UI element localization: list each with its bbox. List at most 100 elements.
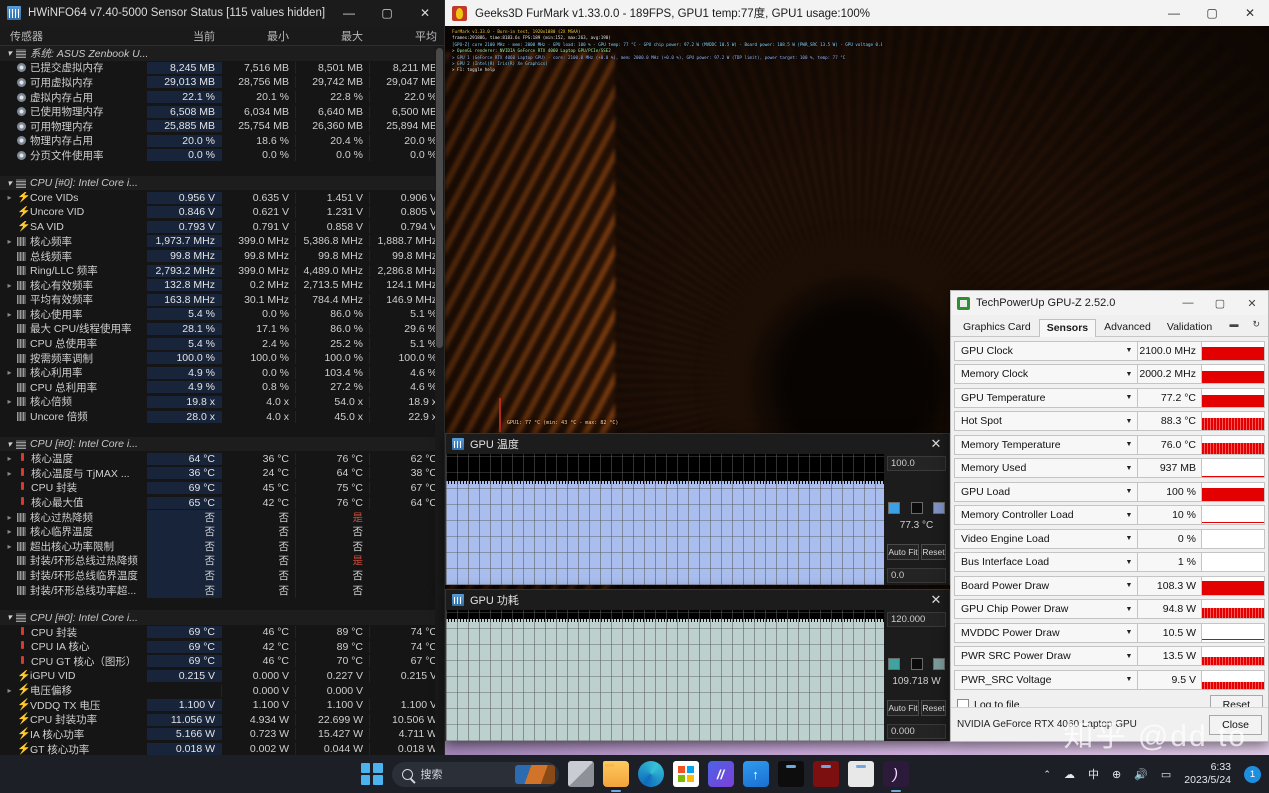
sensor-row[interactable]: 最大 CPU/线程使用率 28.1 % 17.1 % 86.0 % 29.6 % — [0, 322, 444, 337]
tab-advanced[interactable]: Advanced — [1096, 318, 1159, 336]
graph-titlebar[interactable]: GPU 温度 ✕ — [446, 434, 949, 454]
tab-validation[interactable]: Validation — [1159, 318, 1220, 336]
chevron-right-icon[interactable]: ▸ — [4, 237, 15, 246]
graph-titlebar[interactable]: GPU 功耗 ✕ — [446, 590, 949, 610]
gpuz-sensor-row[interactable]: Memory Used ▼ 937 MB — [954, 457, 1265, 481]
microsoft-edge-icon[interactable] — [637, 761, 664, 787]
aida64-icon[interactable]: // — [707, 761, 734, 787]
battery-icon[interactable]: ▭ — [1161, 768, 1171, 781]
gpuz-sensor-row[interactable]: Board Power Draw ▼ 108.3 W — [954, 574, 1265, 598]
chevron-down-icon[interactable]: ▾ — [4, 178, 15, 189]
gpuz-sensor-row[interactable]: Memory Controller Load ▼ 10 % — [954, 504, 1265, 528]
sensor-row[interactable]: 可用虚拟内存 29,013 MB 28,756 MB 29,742 MB 29,047 … — [0, 75, 444, 90]
minimize-button[interactable]: — — [330, 0, 368, 26]
sensor-row[interactable]: ⚡ GT 核心功率 0.018 W 0.002 W 0.044 W 0.018 W — [0, 742, 444, 755]
chevron-down-icon[interactable]: ▼ — [1121, 371, 1137, 378]
armoury-crate-icon[interactable]: ↑ — [742, 761, 769, 787]
chevron-down-icon[interactable]: ▼ — [1121, 394, 1137, 401]
sensor-row[interactable]: ⚡ VDDQ TX 电压 1.100 V 1.100 V 1.100 V 1.100 V — [0, 698, 444, 713]
sensor-row[interactable]: ▸ 核心过热降频否否是 — [0, 509, 444, 525]
minimize-button[interactable]: — — [1155, 0, 1193, 26]
col-sensor[interactable]: 传感器 — [0, 28, 147, 44]
sensor-row[interactable]: 核心最大值 65 °C 42 °C 76 °C 64 °C — [0, 495, 444, 510]
sensor-graph[interactable] — [1202, 411, 1265, 432]
sensor-row[interactable]: CPU 总使用率 5.4 % 2.4 % 25.2 % 5.1 % — [0, 336, 444, 351]
hwinfo-titlebar[interactable]: HWiNFO64 v7.40-5000 Sensor Status [115 v… — [0, 0, 444, 26]
col-min[interactable]: 最小 — [221, 28, 295, 44]
gpuz-window[interactable]: TechPowerUp GPU-Z 2.52.0 — ▢ ✕ Graphics … — [950, 290, 1269, 742]
sensor-row[interactable]: 封装/环形总线临界温度否否否 — [0, 567, 444, 583]
chevron-down-icon[interactable]: ▼ — [1121, 629, 1137, 636]
photoshop-icon[interactable]: ) — [882, 761, 909, 787]
sensor-row[interactable]: 已提交虚拟内存 8,245 MB 7,516 MB 8,501 MB 8,211 MB — [0, 61, 444, 76]
sensor-name-field[interactable]: Hot Spot ▼ — [954, 411, 1138, 432]
chevron-down-icon[interactable]: ▾ — [4, 439, 15, 450]
temperature-plot[interactable] — [446, 454, 884, 585]
sensor-graph[interactable] — [1202, 505, 1265, 526]
graph-buttons[interactable]: Auto Fit Reset — [887, 700, 947, 716]
power-plot[interactable] — [446, 610, 884, 741]
task-view-icon[interactable] — [567, 761, 594, 787]
chevron-right-icon[interactable]: ▸ — [4, 368, 15, 377]
maximize-button[interactable]: ▢ — [1193, 0, 1231, 26]
series-color-swatch-empty[interactable] — [910, 502, 923, 514]
chevron-down-icon[interactable]: ▼ — [1121, 582, 1137, 589]
sensor-row[interactable]: 物理内存占用 20.0 % 18.6 % 20.4 % 20.0 % — [0, 134, 444, 149]
close-button[interactable]: ✕ — [1236, 291, 1268, 315]
sensor-row[interactable]: ▸ 核心倍频 19.8 x 4.0 x 54.0 x 18.9 x — [0, 395, 444, 410]
gpuz-sensor-row[interactable]: Video Engine Load ▼ 0 % — [954, 527, 1265, 551]
network-icon[interactable]: ⊕ — [1112, 768, 1121, 781]
microsoft-store-icon[interactable] — [672, 761, 699, 787]
sensor-row[interactable]: ▸ 核心温度与 TjMAX ... 36 °C 24 °C 64 °C 38 °C — [0, 466, 444, 481]
graph-side-panel[interactable]: 100.0 77.3 °C Auto Fit Reset 0.0 — [884, 454, 949, 585]
furmark-window-controls[interactable]: — ▢ ✕ — [1155, 0, 1269, 26]
chevron-down-icon[interactable]: ▼ — [1121, 676, 1137, 683]
sensor-row[interactable]: ▸ 核心利用率 4.9 % 0.0 % 103.4 % 4.6 % — [0, 365, 444, 380]
sensor-name-field[interactable]: Memory Controller Load ▼ — [954, 505, 1138, 526]
series-swatches[interactable] — [888, 658, 945, 670]
chevron-up-icon[interactable]: ⌃ — [1043, 769, 1051, 780]
chevron-down-icon[interactable]: ▾ — [4, 48, 15, 59]
sensor-name-field[interactable]: GPU Load ▼ — [954, 481, 1138, 502]
close-button[interactable]: Close — [1209, 714, 1262, 735]
sensor-graph[interactable] — [1202, 622, 1265, 643]
sensor-row[interactable]: ▸ 核心频率 1,973.7 MHz 399.0 MHz 5,386.8 MHz 1,88… — [0, 234, 444, 249]
sensor-row[interactable]: CPU 总利用率 4.9 % 0.8 % 27.2 % 4.6 % — [0, 380, 444, 395]
reset-button[interactable]: Reset — [921, 700, 947, 716]
sensor-row[interactable]: 封装/环形总线过热降频否否是 — [0, 553, 444, 569]
sensor-row[interactable]: Ring/LLC 频率 2,793.2 MHz 399.0 MHz 4,489.0 M… — [0, 263, 444, 278]
minimize-button[interactable]: — — [1172, 291, 1204, 315]
sensor-row[interactable]: CPU GT 核心（图形） 69 °C 46 °C 70 °C 67 °C — [0, 654, 444, 669]
auto-fit-button[interactable]: Auto Fit — [887, 700, 920, 716]
chevron-down-icon[interactable]: ▼ — [1121, 418, 1137, 425]
sensor-row[interactable]: Uncore 倍频 28.0 x 4.0 x 45.0 x 22.9 x — [0, 409, 444, 424]
gpu-temperature-graph-window[interactable]: GPU 温度 ✕ 100.0 77.3 °C Auto Fit Reset 0.… — [445, 433, 950, 585]
chevron-down-icon[interactable]: ▼ — [1121, 512, 1137, 519]
reset-button[interactable]: Reset — [921, 544, 947, 560]
hwinfo-sensor-list[interactable]: ▾ 系统: ASUS Zenbook U... 已提交虚拟内存 8,245 MB 7,5… — [0, 46, 444, 755]
gpuz-sensor-row[interactable]: GPU Chip Power Draw ▼ 94.8 W — [954, 598, 1265, 622]
chevron-down-icon[interactable]: ▼ — [1121, 606, 1137, 613]
start-button-icon[interactable] — [360, 763, 383, 785]
sensor-row[interactable]: 封装/环形总线功率超... 否否否 — [0, 582, 444, 598]
sensor-graph[interactable] — [1202, 669, 1265, 690]
sensor-name-field[interactable]: GPU Temperature ▼ — [954, 387, 1138, 408]
gpuz-sensor-row[interactable]: GPU Clock ▼ 2100.0 MHz — [954, 339, 1265, 363]
sensor-row[interactable]: ▸ 核心临界温度否否否 — [0, 524, 444, 540]
close-button[interactable]: ✕ — [1231, 0, 1269, 26]
sensor-name-field[interactable]: MVDDC Power Draw ▼ — [954, 622, 1138, 643]
sensor-row[interactable]: ▸ 超出核心功率限制否否否 — [0, 538, 444, 554]
volume-icon[interactable]: 🔊 — [1134, 768, 1148, 781]
gpuz-tab-bar[interactable]: Graphics Card Sensors Advanced Validation ▬… — [951, 315, 1268, 337]
hwinfo-window-controls[interactable]: — ▢ ✕ — [330, 0, 444, 26]
col-max[interactable]: 最大 — [295, 28, 369, 44]
chevron-down-icon[interactable]: ▼ — [1121, 535, 1137, 542]
sensor-name-field[interactable]: Video Engine Load ▼ — [954, 528, 1138, 549]
chevron-right-icon[interactable]: ▸ — [4, 527, 15, 536]
sensor-row[interactable]: CPU 封装 69 °C 45 °C 75 °C 67 °C — [0, 481, 444, 496]
chevron-down-icon[interactable]: ▼ — [1121, 653, 1137, 660]
sensor-row[interactable]: ⚡ Uncore VID 0.846 V 0.621 V 1.231 V 0.805 V — [0, 205, 444, 220]
gpuz-sensor-row[interactable]: PWR_SRC Voltage ▼ 9.5 V — [954, 668, 1265, 692]
sensor-row[interactable]: ⚡ CPU 封装功率 11.056 W 4.934 W 22.699 W 10.506 W — [0, 713, 444, 728]
hwinfo64-icon[interactable] — [777, 761, 804, 787]
